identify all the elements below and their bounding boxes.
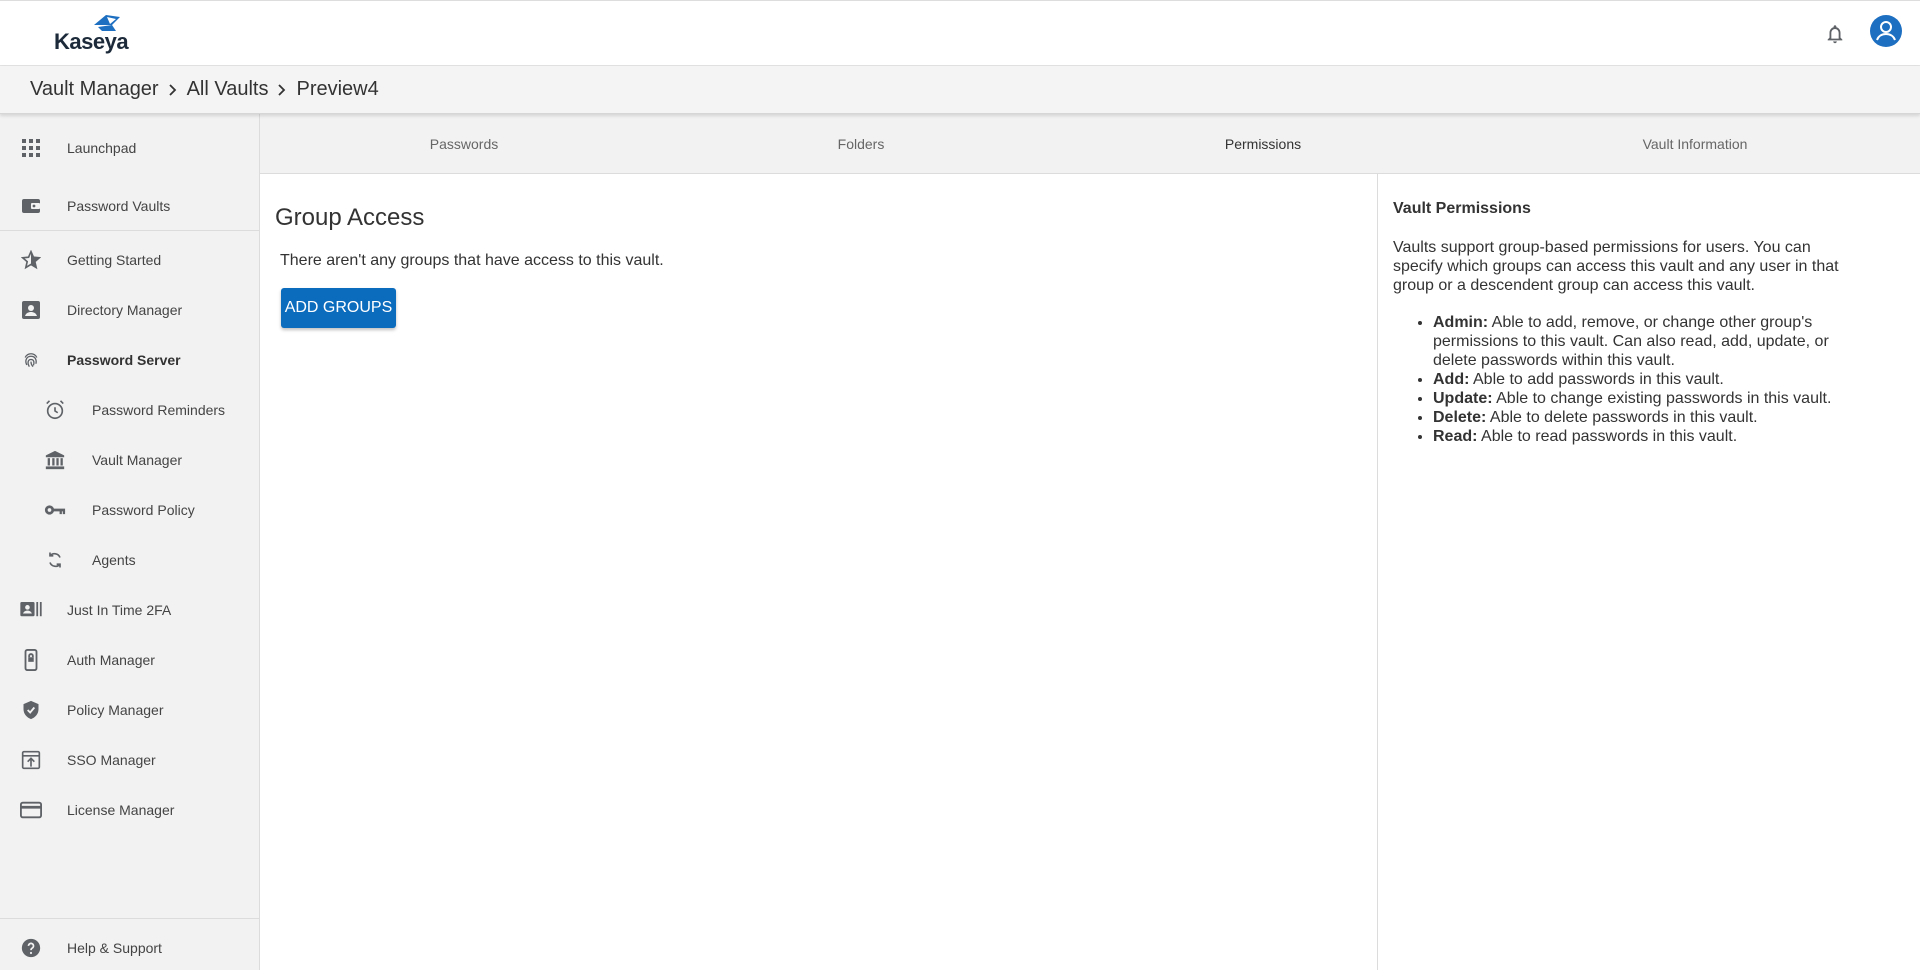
sidebar-item-label: Password Vaults <box>67 198 171 214</box>
permission-text: Able to add passwords in this vault. <box>1473 371 1724 388</box>
sidebar-item-vault-manager[interactable]: Vault Manager <box>0 436 259 484</box>
sidebar-item-launchpad[interactable]: Launchpad <box>0 124 259 172</box>
add-groups-button[interactable]: ADD GROUPS <box>281 288 396 328</box>
key-icon <box>44 499 66 521</box>
sidebar-item-label: Launchpad <box>67 140 137 156</box>
sidebar-item-label: Agents <box>92 552 136 568</box>
breadcrumb-preview4: Preview4 <box>296 78 379 100</box>
star-icon <box>20 249 42 271</box>
sidebar-item-label: Password Policy <box>92 502 195 518</box>
top-header: Kaseya <box>0 0 1920 66</box>
tab-permissions[interactable]: Permissions <box>1225 114 1301 174</box>
permission-item-update: Update: Able to change existing password… <box>1433 389 1863 408</box>
permission-text: Able to delete passwords in this vault. <box>1489 409 1758 426</box>
permission-item-read: Read: Able to read passwords in this vau… <box>1433 427 1863 446</box>
permission-text: Able to change existing passwords in thi… <box>1496 390 1832 407</box>
sidebar-item-label: SSO Manager <box>67 752 156 768</box>
sidebar-item-directory-manager[interactable]: Directory Manager <box>0 286 259 334</box>
help-circle-icon <box>20 937 42 959</box>
permission-item-delete: Delete: Able to delete passwords in this… <box>1433 408 1863 427</box>
sidebar-item-auth-manager[interactable]: Auth Manager <box>0 636 259 684</box>
credit-card-icon <box>20 799 42 821</box>
shield-check-icon <box>20 699 42 721</box>
permission-name: Read: <box>1433 428 1478 445</box>
permission-list: Admin: Able to add, remove, or change ot… <box>1393 313 1863 446</box>
sidebar-item-password-reminders[interactable]: Password Reminders <box>0 386 259 434</box>
sidebar-item-label: Getting Started <box>67 252 162 268</box>
breadcrumb-all-vaults[interactable]: All Vaults <box>187 78 269 101</box>
sidebar-item-label: Directory Manager <box>67 302 183 318</box>
sidebar-item-label: Password Reminders <box>92 402 226 418</box>
sidebar-item-label: Help & Support <box>67 940 162 956</box>
permission-name: Delete: <box>1433 409 1487 426</box>
alarm-icon <box>44 399 66 421</box>
sidebar-item-getting-started[interactable]: Getting Started <box>0 236 259 284</box>
sidebar-item-password-policy[interactable]: Password Policy <box>0 486 259 534</box>
grid-icon <box>20 137 42 159</box>
sidebar-item-help-support[interactable]: Help & Support <box>0 924 259 970</box>
breadcrumb-vault-manager[interactable]: Vault Manager <box>30 78 159 101</box>
sso-icon <box>20 749 42 771</box>
sidebar: Launchpad Password Vaults Getting Starte… <box>0 114 260 970</box>
info-description: Vaults support group-based permissions f… <box>1393 239 1839 294</box>
info-title: Vault Permissions <box>1393 200 1531 217</box>
permission-item-admin: Admin: Able to add, remove, or change ot… <box>1433 313 1863 370</box>
tab-passwords[interactable]: Passwords <box>430 114 498 174</box>
permission-name: Admin: <box>1433 314 1489 331</box>
chevron-right-icon <box>276 83 288 97</box>
wallet-icon <box>20 195 42 217</box>
sidebar-item-label: License Manager <box>67 802 175 818</box>
empty-state-message: There aren't any groups that have access… <box>280 252 664 269</box>
sidebar-item-label: Password Server <box>67 352 181 368</box>
sidebar-item-agents[interactable]: Agents <box>0 536 259 584</box>
sidebar-item-just-in-time-2fa[interactable]: Just In Time 2FA <box>0 586 259 634</box>
kaseya-logo[interactable]: Kaseya <box>52 13 132 57</box>
permission-text: Able to add, remove, or change other gro… <box>1433 314 1829 369</box>
sidebar-item-label: Auth Manager <box>67 652 155 668</box>
sidebar-divider <box>0 230 259 231</box>
sidebar-item-label: Just In Time 2FA <box>67 602 172 618</box>
user-avatar[interactable] <box>1870 15 1902 47</box>
sidebar-item-license-manager[interactable]: License Manager <box>0 786 259 834</box>
tab-folders[interactable]: Folders <box>838 114 885 174</box>
phone-lock-icon <box>20 649 42 671</box>
breadcrumb: Vault Manager All Vaults Preview4 <box>0 66 1920 114</box>
permission-item-add: Add: Able to add passwords in this vault… <box>1433 370 1863 389</box>
bank-icon <box>44 449 66 471</box>
logo-text: Kaseya <box>54 29 129 54</box>
sidebar-item-label: Policy Manager <box>67 702 164 718</box>
sync-icon <box>44 549 66 571</box>
permission-name: Add: <box>1433 371 1470 388</box>
sidebar-item-sso-manager[interactable]: SSO Manager <box>0 736 259 784</box>
sidebar-item-password-vaults[interactable]: Password Vaults <box>0 182 259 230</box>
page-title: Group Access <box>275 204 425 231</box>
fingerprint-icon <box>20 349 42 371</box>
sidebar-divider <box>0 918 259 919</box>
notification-bell-icon[interactable] <box>1824 23 1846 45</box>
tab-vault-information[interactable]: Vault Information <box>1643 114 1748 174</box>
chevron-right-icon <box>167 83 179 97</box>
group-access-panel: Group Access There aren't any groups tha… <box>260 174 1377 970</box>
permission-name: Update: <box>1433 390 1493 407</box>
badge-icon <box>20 599 42 621</box>
contact-card-icon <box>20 299 42 321</box>
sidebar-item-password-server[interactable]: Password Server <box>0 336 259 384</box>
sidebar-item-policy-manager[interactable]: Policy Manager <box>0 686 259 734</box>
vault-tabs: Passwords Folders Permissions Vault Info… <box>260 114 1920 174</box>
sidebar-item-label: Vault Manager <box>92 452 183 468</box>
vault-permissions-info-panel: Vault Permissions Vaults support group-b… <box>1377 174 1920 970</box>
permission-text: Able to read passwords in this vault. <box>1481 428 1738 445</box>
user-avatar-icon <box>1876 21 1896 41</box>
